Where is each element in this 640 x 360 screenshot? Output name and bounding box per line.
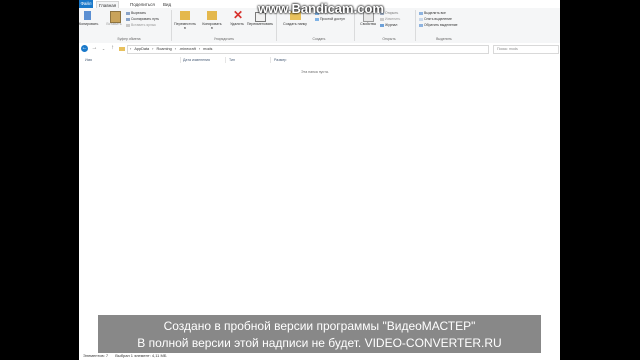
tab-file[interactable]: Файл	[79, 0, 93, 8]
column-date[interactable]: Дата изменения	[183, 58, 210, 62]
navigation-bar: ← → ⌄ ↑ › AppData › Roaming › .minecraft…	[79, 43, 560, 54]
select-none-icon	[419, 17, 423, 21]
delete-icon: ✕	[233, 8, 244, 22]
explorer-window: Файл Главная Поделиться Вид Копировать В…	[79, 0, 560, 360]
column-separator[interactable]	[225, 57, 226, 63]
shortcut-icon	[126, 23, 130, 27]
move-to-icon	[180, 11, 190, 20]
paste-shortcut-label: Вставить ярлык	[131, 23, 156, 27]
group-select-label: Выделить	[436, 37, 452, 41]
group-new-label: Создать	[312, 37, 326, 41]
breadcrumb-separator: ›	[130, 47, 132, 51]
column-name[interactable]: Имя	[85, 58, 92, 62]
invert-selection-label: Обратить выделение	[424, 23, 458, 27]
invert-selection-button[interactable]: Обратить выделение	[419, 23, 458, 27]
easy-access-label: Простой доступ	[320, 17, 345, 21]
group-clipboard-label: Буфер обмена	[117, 37, 141, 41]
recent-dropdown-icon[interactable]: ⌄	[100, 45, 107, 52]
search-input[interactable]: Поиск: mods	[493, 45, 559, 54]
new-folder-button[interactable]: Создать папку	[282, 22, 308, 26]
watermark-line-2: В полной версии этой надписи не будет. V…	[137, 336, 502, 350]
group-open-label: Открыть	[382, 37, 396, 41]
properties-button[interactable]: Свойства	[357, 22, 379, 26]
history-icon	[380, 23, 384, 27]
watermark-line-1: Создано в пробной версии программы "Виде…	[163, 319, 476, 333]
select-all-button[interactable]: Выделить все	[419, 11, 446, 15]
column-size[interactable]: Размер	[274, 58, 286, 62]
history-button[interactable]: Журнал	[380, 23, 397, 27]
column-separator[interactable]	[270, 57, 271, 63]
forward-arrow-icon[interactable]: →	[91, 45, 98, 52]
edit-icon	[380, 17, 384, 21]
move-to-button[interactable]: Переместить в	[174, 22, 196, 30]
paste-shortcut-button[interactable]: Вставить ярлык	[126, 23, 156, 27]
breadcrumb-separator: ›	[174, 47, 177, 51]
edit-label: Изменить	[385, 17, 401, 21]
copy-path-button[interactable]: Скопировать путь	[126, 17, 159, 21]
easy-access-icon	[315, 17, 319, 21]
back-arrow-icon[interactable]: ←	[81, 45, 88, 52]
folder-icon	[119, 47, 125, 51]
column-separator[interactable]	[180, 57, 181, 63]
bandicam-watermark: www.Bandicam.com	[258, 1, 384, 16]
copy-to-icon	[207, 11, 217, 20]
address-bar[interactable]: › AppData › Roaming › .minecraft › mods	[127, 45, 489, 54]
breadcrumb-roaming[interactable]: Roaming	[157, 47, 172, 51]
group-separator	[171, 10, 172, 41]
up-arrow-icon[interactable]: ↑	[109, 45, 116, 52]
delete-button[interactable]: Удалить	[228, 22, 246, 26]
status-items: Элементов: 7	[83, 353, 109, 358]
copy-button[interactable]: Копировать	[79, 22, 98, 26]
copy-to-button[interactable]: Копировать в	[201, 22, 223, 30]
column-type[interactable]: Тип	[229, 58, 235, 62]
empty-folder-message: Эта папка пуста.	[301, 70, 329, 74]
select-none-button[interactable]: Снять выделение	[419, 17, 452, 21]
status-selected: Выбран 1 элемент: 4,11 МБ	[115, 353, 167, 358]
invert-selection-icon	[419, 23, 423, 27]
breadcrumb-appdata[interactable]: AppData	[134, 47, 149, 51]
rename-button[interactable]: Переименовать	[246, 22, 274, 26]
breadcrumb-separator: ›	[152, 47, 154, 51]
tab-view[interactable]: Вид	[163, 1, 171, 8]
copy-path-label: Скопировать путь	[131, 17, 160, 21]
scissors-icon	[126, 11, 130, 15]
cut-label: Вырезать	[131, 11, 147, 15]
tab-share[interactable]: Поделиться	[130, 1, 155, 8]
select-all-label: Выделить все	[424, 11, 446, 15]
cut-button[interactable]: Вырезать	[126, 11, 146, 15]
pin-icon	[84, 11, 91, 20]
select-none-label: Снять выделение	[424, 17, 452, 21]
copy-path-icon	[126, 17, 130, 21]
edit-button[interactable]: Изменить	[380, 17, 400, 21]
search-placeholder: Поиск: mods	[497, 47, 518, 51]
paste-button[interactable]: Вставить	[103, 22, 125, 26]
trial-watermark-overlay: Создано в пробной версии программы "Виде…	[98, 315, 541, 353]
open-label: Открыть	[385, 11, 399, 15]
breadcrumb-separator: ›	[198, 47, 201, 51]
breadcrumb-mods[interactable]: mods	[203, 47, 212, 51]
breadcrumb-minecraft[interactable]: .minecraft	[179, 47, 196, 51]
group-organize-label: Упорядочить	[213, 37, 235, 41]
select-all-icon	[419, 11, 423, 15]
group-separator	[415, 10, 416, 41]
history-label: Журнал	[385, 23, 398, 27]
easy-access-button[interactable]: Простой доступ	[315, 17, 345, 21]
